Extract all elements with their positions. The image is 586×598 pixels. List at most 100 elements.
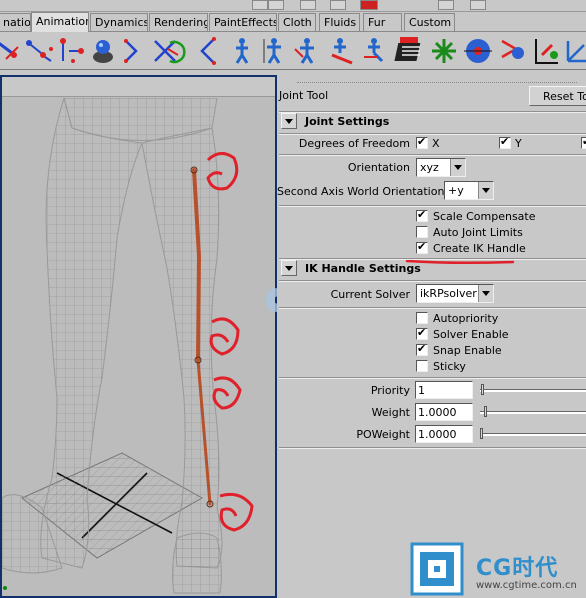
weight-label: Weight	[371, 406, 410, 419]
skin-bind-icon[interactable]	[291, 35, 323, 67]
joint-settings-header[interactable]: Joint Settings	[281, 113, 581, 130]
cgtime-logo-icon	[410, 542, 464, 596]
scale-compensate-label: Scale Compensate	[433, 210, 536, 223]
insert-joint-icon[interactable]	[87, 35, 119, 67]
dof-x-checkbox[interactable]	[416, 135, 428, 149]
status-button[interactable]	[438, 0, 454, 10]
current-solver-select[interactable]: ikRPsolver	[416, 284, 494, 303]
dof-z-checkbox[interactable]	[581, 135, 586, 149]
dof-y-label: Y	[515, 137, 522, 150]
dof-label: Degrees of Freedom	[298, 137, 410, 150]
priority-field[interactable]: 1	[415, 381, 473, 399]
autopriority-checkbox[interactable]	[416, 312, 428, 324]
tab-cloth[interactable]: Cloth	[278, 13, 316, 31]
character-pose-icon[interactable]	[258, 35, 290, 67]
auto-joint-limits-checkbox[interactable]	[416, 226, 428, 238]
poweight-label: POWeight	[356, 428, 410, 441]
tool-settings-panel: Joint Tool Reset Tool Joint Settings Deg…	[277, 75, 586, 598]
dof-y-checkbox[interactable]	[499, 135, 511, 149]
collapse-icon[interactable]	[281, 113, 297, 129]
maya-window: nation Animation Dynamics Rendering Pain…	[0, 0, 586, 598]
auto-joint-limits-label: Auto Joint Limits	[433, 226, 523, 239]
priority-slider-handle[interactable]	[481, 384, 484, 395]
ik-handle-settings-header[interactable]: IK Handle Settings	[281, 260, 581, 277]
divider	[279, 377, 586, 379]
tab-painteffects[interactable]: PaintEffects	[209, 13, 277, 31]
tab-animation[interactable]: Animation	[31, 12, 89, 32]
second-axis-select[interactable]: +y	[444, 181, 494, 200]
create-ik-handle-checkbox[interactable]	[416, 240, 428, 254]
character-icon[interactable]	[226, 35, 258, 67]
poweight-slider-handle[interactable]	[480, 428, 483, 439]
priority-slider[interactable]	[480, 389, 586, 392]
watermark-brand: CG时代	[476, 556, 559, 581]
mirror-joint-icon[interactable]	[118, 35, 150, 67]
section-title: Joint Settings	[305, 115, 390, 128]
tab-dynamics[interactable]: Dynamics	[90, 13, 148, 31]
shelf-tabs: nation Animation Dynamics Rendering Pain…	[0, 12, 586, 32]
create-ik-handle-label: Create IK Handle	[433, 242, 526, 255]
ik-spline-icon[interactable]	[23, 35, 55, 67]
constraint-icon[interactable]	[530, 35, 562, 67]
perspective-viewport[interactable]	[0, 75, 277, 598]
poweight-slider[interactable]	[480, 433, 586, 436]
status-button[interactable]	[268, 0, 284, 10]
status-button[interactable]	[470, 0, 486, 10]
tool-title: Joint Tool	[279, 89, 329, 102]
weight-field[interactable]: 1.0000	[415, 403, 473, 421]
smooth-skin-icon[interactable]	[360, 35, 392, 67]
orientation-select[interactable]: xyz	[416, 158, 466, 177]
orient-joint-icon[interactable]	[160, 35, 192, 67]
tab-fur[interactable]: Fur	[363, 13, 402, 31]
tab-custom[interactable]: Custom	[404, 13, 455, 31]
status-button[interactable]	[330, 0, 346, 10]
paint-weights-icon[interactable]	[394, 35, 426, 67]
cluster-icon[interactable]	[428, 35, 460, 67]
divider	[279, 307, 586, 309]
watermark-url: www.cgtime.com.cn	[476, 580, 577, 591]
sticky-label: Sticky	[433, 360, 466, 373]
status-line	[0, 0, 586, 12]
shelf	[0, 33, 586, 70]
tab-animation-partial[interactable]: nation	[0, 13, 31, 31]
rigid-bind-icon[interactable]	[326, 35, 358, 67]
weight-slider[interactable]	[480, 411, 586, 414]
ik-handle-icon[interactable]	[0, 35, 24, 67]
cgtime-watermark: CG时代 www.cgtime.com.cn	[410, 542, 586, 598]
wire-icon[interactable]	[496, 35, 528, 67]
axis-icon[interactable]	[562, 35, 586, 67]
tab-fluids[interactable]: Fluids	[319, 13, 360, 31]
collapse-icon[interactable]	[281, 260, 297, 276]
divider	[279, 154, 586, 156]
poweight-field[interactable]: 1.0000	[415, 425, 473, 443]
solver-enable-checkbox[interactable]	[416, 326, 428, 340]
sticky-checkbox[interactable]	[416, 360, 428, 372]
viewport-menubar	[2, 77, 275, 97]
tab-rendering[interactable]: Rendering	[149, 13, 208, 31]
joint-tool-icon[interactable]	[55, 35, 87, 67]
snap-enable-label: Snap Enable	[433, 344, 502, 357]
autopriority-label: Autopriority	[433, 312, 499, 325]
bend-curve-icon[interactable]	[192, 35, 224, 67]
section-title: IK Handle Settings	[305, 262, 421, 275]
reset-tool-button[interactable]: Reset Tool	[529, 86, 586, 106]
status-button[interactable]	[360, 0, 378, 10]
chevron-down-icon	[450, 159, 465, 176]
divider	[279, 280, 586, 282]
chevron-down-icon	[478, 182, 493, 199]
second-axis-value: +y	[448, 184, 464, 197]
weight-slider-handle[interactable]	[484, 406, 487, 417]
scale-compensate-checkbox[interactable]	[416, 208, 428, 222]
snap-enable-checkbox[interactable]	[416, 342, 428, 356]
panel-divider	[297, 75, 577, 83]
orientation-label: Orientation	[347, 161, 410, 174]
viewport-scene[interactable]	[2, 96, 275, 596]
lattice-icon[interactable]	[462, 35, 494, 67]
divider	[279, 133, 586, 135]
dof-x-label: X	[432, 137, 440, 150]
status-button[interactable]	[300, 0, 316, 10]
solver-enable-label: Solver Enable	[433, 328, 509, 341]
character-mesh	[2, 96, 254, 594]
current-solver-value: ikRPsolver	[420, 287, 477, 300]
status-button[interactable]	[252, 0, 268, 10]
